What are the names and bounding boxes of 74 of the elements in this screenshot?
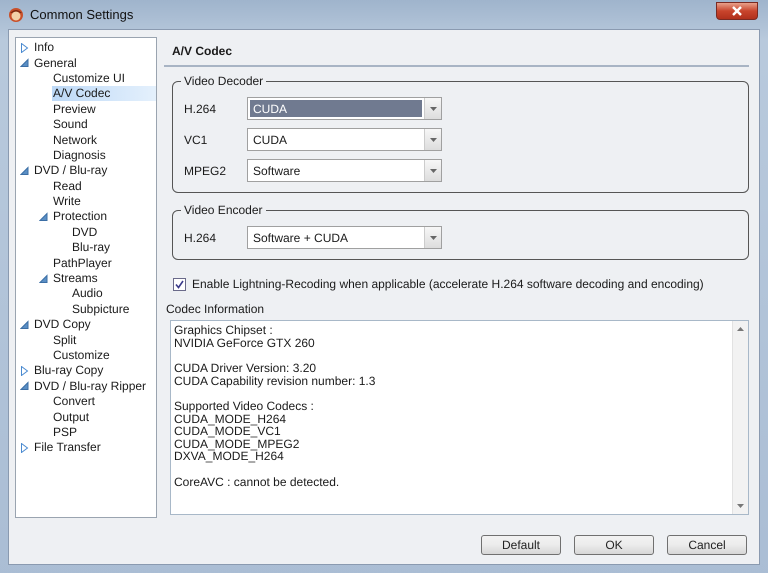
tree-item[interactable]: DVD / Blu-ray	[33, 163, 108, 178]
tree-item[interactable]: PSP	[52, 424, 78, 440]
tree-item[interactable]: Write	[52, 194, 82, 210]
dropdown[interactable]: Software + CUDA	[247, 226, 442, 249]
dropdown-arrow-icon	[430, 138, 436, 142]
collapsed-arrow-icon[interactable]	[20, 366, 29, 376]
tree-item[interactable]: Convert	[52, 394, 96, 410]
tree-item[interactable]: Audio	[71, 286, 104, 302]
info-text-line: Graphics Chipset :	[174, 324, 274, 336]
tree-item[interactable]: DVD Copy	[33, 317, 92, 332]
info-text-line: CUDA_MODE_VC1	[174, 425, 281, 438]
tree-item[interactable]: Preview	[52, 102, 97, 117]
expanded-arrow-icon[interactable]	[20, 166, 29, 176]
info-text-line: NVIDIA GeForce GTX 260	[174, 336, 316, 349]
tree-item[interactable]: Output	[52, 410, 90, 425]
info-text-line: CoreAVC : cannot be detected.	[174, 476, 340, 488]
group-title: Video Encoder	[181, 203, 266, 217]
info-text-line: CUDA_MODE_MPEG2	[174, 438, 300, 450]
tree-item[interactable]: Customize UI	[52, 70, 126, 86]
expanded-arrow-icon[interactable]	[39, 274, 48, 284]
dialog-button[interactable]: Cancel	[667, 535, 747, 555]
tree-item[interactable]: Customize	[52, 348, 111, 363]
dialog-button[interactable]: OK	[574, 535, 654, 555]
tree-item[interactable]: Blu-ray Copy	[33, 363, 104, 378]
tree-item[interactable]: DVD / Blu-ray Ripper	[33, 378, 148, 394]
field-label: H.264	[183, 102, 218, 116]
info-text-line: CUDA_MODE_H264	[174, 412, 288, 425]
expanded-arrow-icon[interactable]	[39, 212, 48, 222]
checkbox-label: Enable Lightning-Recoding when applicable (accelerate H.264 software decoding and encoding)	[192, 277, 704, 291]
field-label: H.264	[183, 230, 218, 244]
close-button[interactable]	[716, 2, 758, 20]
window-title: Common Settings	[30, 7, 134, 22]
dropdown[interactable]: CUDA	[247, 97, 442, 120]
close-icon	[731, 6, 743, 16]
dropdown-arrow-icon	[430, 106, 436, 110]
tree-item[interactable]: Read	[52, 178, 83, 194]
dialog-button[interactable]: Default	[481, 535, 561, 555]
page-heading: A/V Codec	[171, 43, 234, 60]
dropdown[interactable]: CUDA	[247, 128, 442, 151]
tree-item[interactable]: Info	[33, 40, 56, 56]
tree-item[interactable]: Sound	[52, 117, 89, 132]
tree-item[interactable]: Network	[52, 132, 98, 148]
info-text-line: CUDA Driver Version: 3.20	[174, 362, 318, 374]
app-icon	[8, 6, 24, 22]
tree-item[interactable]: Blu-ray	[71, 240, 112, 256]
dropdown-arrow-icon	[430, 168, 436, 172]
scrollbar[interactable]	[732, 321, 748, 514]
expanded-arrow-icon[interactable]	[20, 58, 29, 68]
tree-item[interactable]: Subpicture	[71, 302, 130, 317]
tree-item[interactable]: Diagnosis	[52, 148, 107, 163]
tree-item[interactable]: File Transfer	[33, 440, 102, 456]
dropdown-arrow-icon	[430, 236, 436, 240]
tree-item[interactable]: General	[33, 56, 78, 71]
info-text-line: Supported Video Codecs :	[174, 400, 315, 412]
dropdown[interactable]: Software	[247, 159, 442, 182]
expanded-arrow-icon[interactable]	[20, 381, 29, 392]
group-title: Video Decoder	[181, 74, 266, 88]
scroll-down-icon[interactable]	[737, 504, 744, 508]
codec-info-label: Codec Information	[166, 302, 266, 318]
field-label: VC1	[183, 132, 208, 146]
tree-item[interactable]: A/V Codec	[52, 86, 156, 102]
tree-item[interactable]: Protection	[52, 209, 108, 224]
info-text-line: DXVA_MODE_H264	[174, 450, 284, 462]
tree-item[interactable]: PathPlayer	[52, 256, 113, 271]
collapsed-arrow-icon[interactable]	[20, 42, 29, 53]
scroll-up-icon[interactable]	[737, 327, 744, 331]
checkbox[interactable]	[173, 278, 186, 290]
tree-item[interactable]: Streams	[52, 271, 99, 286]
collapsed-arrow-icon[interactable]	[20, 442, 29, 453]
expanded-arrow-icon[interactable]	[20, 320, 29, 330]
tree-item[interactable]: DVD	[71, 224, 98, 240]
info-text-line: CUDA Capability revision number: 1.3	[174, 374, 376, 387]
tree-item[interactable]: Split	[52, 332, 78, 348]
field-label: MPEG2	[183, 164, 228, 178]
